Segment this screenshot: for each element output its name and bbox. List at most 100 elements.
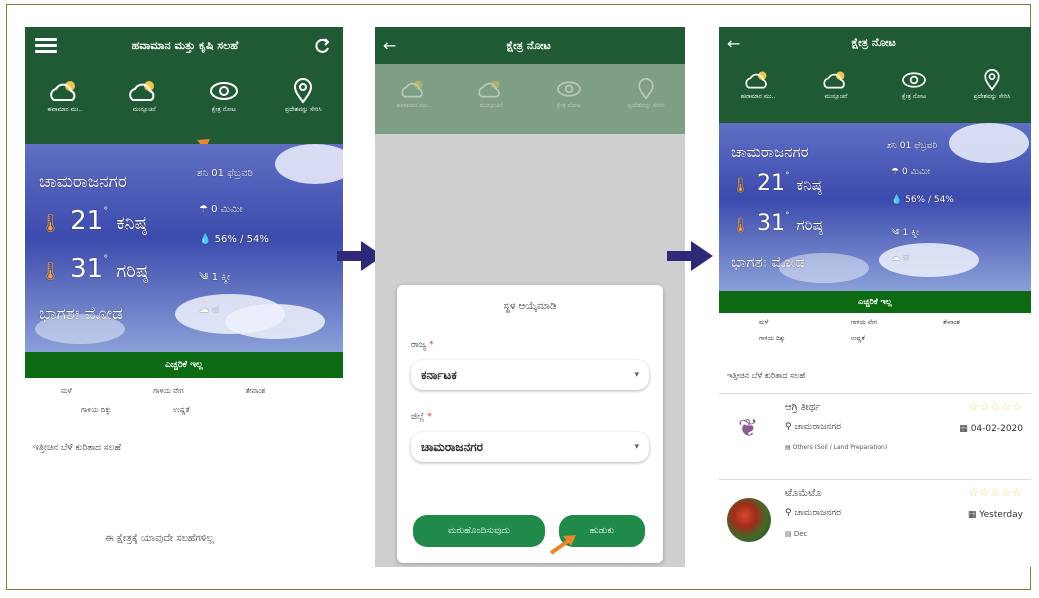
dialog-title: ಸ್ಥಳ ಆಯ್ಕೆಮಾಡಿ xyxy=(503,301,557,312)
humidity-value: 56% / 54% xyxy=(214,234,269,245)
legend-rain: ಮಳೆ xyxy=(759,319,769,326)
tab-field-view[interactable]: ಕ್ಷೇತ್ರ ನೋಟ xyxy=(879,69,949,101)
location-pin-icon: ⚲ xyxy=(785,422,792,432)
post-rating: ☆☆☆☆☆ xyxy=(968,400,1023,413)
thermometer-icon: 🌡 xyxy=(39,261,62,282)
app-bar: ಹವಾಮಾನ ಮತ್ತು ಕೃಷಿ ಸಲಹೆ xyxy=(25,27,343,64)
menu-icon[interactable] xyxy=(35,38,57,53)
tab-current-weather[interactable]: ಹವಾಮಾನ ಮು.. xyxy=(723,69,793,101)
plant-icon: ❦ xyxy=(737,414,759,442)
tab-label: ಪ್ರದೇಶವನ್ನು ಸೇರಿಸಿ xyxy=(284,106,322,113)
tab-label: ಹವಾಮಾನ ಮು.. xyxy=(740,93,776,100)
chevron-down-icon: ▾ xyxy=(634,370,639,380)
location-pin-icon xyxy=(984,69,1000,91)
tab-label: ಮುನ್ಸೂಚನೆ xyxy=(824,93,848,100)
app-bar: ← ಕ್ಷೇತ್ರ ನೋಟ xyxy=(719,27,1031,59)
rain-row: ☂ 0 ಮಿಮೀ xyxy=(199,204,243,215)
cloud-sun-icon xyxy=(49,81,76,101)
cloud-sun-icon xyxy=(401,80,423,98)
advisory-bar: ಎಚ್ಚರಿಕೆ ಇಲ್ಲ xyxy=(25,352,343,378)
screen-location-select: ← ಕ್ಷೇತ್ರ ನೋಟ ಹವಾಮಾನ ಮು.. ಮುನ್ಸೂಚನೆ ಕ್ಷೇ… xyxy=(375,27,685,567)
tab-label: ಹವಾಮಾನ ಮು.. xyxy=(396,102,432,109)
section-heading: ಇತ್ತೀಚಿನ ಬೆಳೆ ಕುರಿತಾದ ಸಲಹೆ xyxy=(33,443,121,453)
legend-rain: ಮಳೆ xyxy=(61,387,72,395)
cloud-row: ☁ ದ xyxy=(199,304,219,315)
legend-wind-speed: ಗಾಳಿಯ ವೇಗ xyxy=(153,387,184,395)
screen-weather-home: ಹವಾಮಾನ ಮತ್ತು ಕೃಷಿ ಸಲಹೆ ಹವಾಮಾನ ಮು.. ಮುನ್ಸ… xyxy=(25,27,343,567)
reset-button[interactable]: ಮರುಹೊಂದಿಸುವುದು xyxy=(413,515,545,547)
wind-value: 1 ಕ್ಮೀ xyxy=(902,228,920,238)
legend-temperature: ಉಷ್ಣತೆ xyxy=(850,335,865,342)
post-place: ಚಾಮರಾಜನಗರ xyxy=(794,508,841,518)
back-arrow-icon[interactable]: ← xyxy=(727,34,740,53)
eye-icon xyxy=(902,72,926,88)
district-label-row: ಜಿಲ್ಲೆ * xyxy=(411,412,432,422)
tab-add-area: ಪ್ರದೇಶವನ್ನು ಸೇರಿಸಿ xyxy=(611,78,681,110)
cloud-value: ದ xyxy=(212,304,219,315)
crop-photo xyxy=(727,498,771,542)
post-meta: Others (Soil / Land Preparation) xyxy=(792,444,888,451)
advisory-post[interactable]: ❦ ಆಗ್ರಿ ತೀರ್ಥ ☆☆☆☆☆ ⚲ ಚಾಮರಾಜನಗರ ▦ 04-02-… xyxy=(719,393,1031,478)
weather-panel: ಚಾಮರಾಜನಗರ ಶನಿ 01 ಫೆಬ್ರವರಿ 🌡 21° ಕನಿಷ್ಠ 🌡… xyxy=(25,144,343,352)
section-heading: ಇತ್ತೀಚಿನ ಬೆಳೆ ಕುರಿತಾದ ಸಲಹೆ xyxy=(727,371,806,380)
location-dialog: ಸ್ಥಳ ಆಯ್ಕೆಮಾಡಿ ರಾಜ್ಯ * ಕರ್ನಾಟಕ ▾ ಜಿಲ್ಲೆ *… xyxy=(397,285,663,563)
refresh-icon[interactable] xyxy=(313,37,331,55)
eye-icon xyxy=(209,82,238,100)
wind-value: 1 ಕ್ಮೀ xyxy=(211,272,231,283)
max-temp: 31 xyxy=(757,211,786,236)
empty-message: ಈ ಕ್ಷೇತ್ರಕ್ಕೆ ಯಾವುದೇ ಸಲಹೆಗಳಿಲ್ಲ xyxy=(105,533,214,544)
location-pin-icon: ⚲ xyxy=(785,508,792,518)
post-date: 04-02-2020 xyxy=(970,424,1023,434)
post-place-row: ⚲ ಚಾಮರಾಜನಗರ xyxy=(785,508,841,518)
calendar-icon: ▦ xyxy=(967,510,977,520)
min-temp: 21 xyxy=(70,206,104,236)
post-date: Yesterday xyxy=(979,510,1023,520)
tab-add-area[interactable]: ಪ್ರದೇಶವನ್ನು ಸೇರಿಸಿ xyxy=(268,78,338,114)
thermometer-icon: 🌡 xyxy=(731,176,751,194)
tab-bar-dimmed: ಹವಾಮಾನ ಮು.. ಮುನ್ಸೂಚನೆ ಕ್ಷೇತ್ರ ನೋಟ ಪ್ರದೇಶ… xyxy=(375,64,685,134)
location-name: ಚಾಮರಾಜನಗರ xyxy=(39,172,127,192)
cloud-sun-icon xyxy=(478,80,501,98)
category-icon: ▤ xyxy=(785,530,792,538)
max-temp: 31 xyxy=(70,254,104,284)
cloud-sun-icon xyxy=(129,81,155,101)
location-pin-icon xyxy=(638,78,654,100)
page-title: ಹವಾಮಾನ ಮತ್ತು ಕೃಷಿ ಸಲಹೆ xyxy=(131,38,239,52)
tab-forecast[interactable]: ಮುನ್ಸೂಚನೆ xyxy=(109,78,179,114)
legend: ಮಳೆ ಗಾಳಿಯ ವೇಗ ತೇವಾಂಶ ಗಾಳಿಯ ದಿಕ್ಕು ಉಷ್ಣತೆ xyxy=(61,387,331,415)
wind-row: ༄ 1 ಕ್ಮೀ xyxy=(891,223,919,248)
legend-wind-direction: ಗಾಳಿಯ ದಿಕ್ಕು xyxy=(759,335,786,342)
tab-bar: ಹವಾಮಾನ ಮು.. ಮುನ್ಸೂಚನೆ ಕ್ಷೇತ್ರ ನೋಟ ಪ್ರದೇಶ… xyxy=(719,59,1031,123)
screen-field-view: ← ಕ್ಷೇತ್ರ ನೋಟ ಹವಾಮಾನ ಮು.. ಮುನ್ಸೂಚನೆ ಕ್ಷೇ… xyxy=(719,27,1031,567)
tab-label: ಕ್ಷೇತ್ರ ನೋಟ xyxy=(211,106,236,113)
humidity-row: 💧 56% / 54% xyxy=(199,234,269,245)
humidity-icon: 💧 xyxy=(199,234,212,245)
calendar-icon: ▦ xyxy=(959,424,968,434)
advisory-post[interactable]: ಟೊಮೆಟೊ ☆☆☆☆☆ ⚲ ಚಾಮರಾಜನಗರ ▦ Yesterday ▤ D… xyxy=(719,479,1031,567)
condition: ಭಾಗಶಃ ಮೋಡ xyxy=(39,304,123,324)
tab-current-weather[interactable]: ಹವಾಮಾನ ಮು.. xyxy=(30,78,100,114)
tab-field-view[interactable]: ಕ್ಷೇತ್ರ ನೋಟ xyxy=(189,78,259,114)
legend-humidity: ತೇವಾಂಶ xyxy=(245,387,266,395)
tab-forecast[interactable]: ಮುನ್ಸೂಚನೆ xyxy=(801,69,871,101)
location-pin-icon xyxy=(294,78,313,104)
max-label: ಗರಿಷ್ಠ xyxy=(796,216,823,234)
post-date-row: ▦ Yesterday xyxy=(968,510,1023,520)
tab-label: ಮುನ್ಸೂಚನೆ xyxy=(479,102,503,109)
date-label: ಶನಿ 01 ಫೆಬ್ರವರಿ xyxy=(197,168,253,179)
post-place-row: ⚲ ಚಾಮರಾಜನಗರ xyxy=(785,422,841,432)
district-dropdown[interactable]: ಚಾಮರಾಜನಗರ ▾ xyxy=(411,432,649,462)
legend-temperature: ಉಷ್ಣತೆ xyxy=(173,406,190,414)
tab-label: ಪ್ರದೇಶವನ್ನು ಸೇರಿಸಿ xyxy=(627,102,665,109)
tab-add-area[interactable]: ಪ್ರದೇಶವನ್ನು ಸೇರಿಸಿ xyxy=(957,69,1027,101)
tab-current-weather: ಹವಾಮಾನ ಮು.. xyxy=(379,78,449,110)
max-temp-row: 🌡 31° ಗರಿಷ್ಠ xyxy=(39,254,148,284)
cloud-sun-icon xyxy=(823,71,845,89)
post-meta: Dec xyxy=(793,530,808,538)
state-label: ರಾಜ್ಯ xyxy=(411,340,427,350)
min-label: ಕನಿಷ್ಠ xyxy=(796,176,822,194)
date-label: ಶನಿ 01 ಫೆಬ್ರವರಿ xyxy=(887,141,938,151)
state-dropdown[interactable]: ಕರ್ನಾಟಕ ▾ xyxy=(411,360,649,390)
back-arrow-icon[interactable]: ← xyxy=(383,36,396,55)
condition: ಭಾಗಶಃ ಮೋಡ xyxy=(731,253,806,271)
